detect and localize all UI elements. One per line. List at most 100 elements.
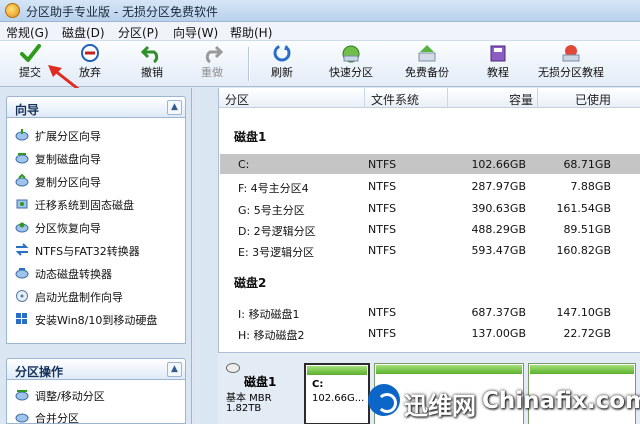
resize-icon bbox=[15, 390, 29, 401]
cell-name: F: 4号主分区4 bbox=[238, 182, 309, 195]
col-separator bbox=[364, 88, 365, 108]
disk2-label: 磁盘2 bbox=[234, 276, 267, 290]
table-row[interactable]: C: NTFS 102.66GB 68.71GB bbox=[220, 154, 640, 174]
watermark-logo-icon bbox=[368, 384, 400, 416]
usage-bar bbox=[307, 366, 367, 375]
book-icon bbox=[490, 45, 506, 62]
cell-used: 7.88GB bbox=[570, 180, 611, 193]
collapse-icon[interactable]: ▲ bbox=[167, 362, 182, 377]
col-filesystem[interactable]: 文件系统 bbox=[371, 91, 419, 108]
nav-label: 启动光盘制作向导 bbox=[35, 291, 123, 304]
cell-fs: NTFS bbox=[368, 158, 397, 171]
cell-fs: NTFS bbox=[368, 180, 397, 193]
cell-name: E: 3号逻辑分区 bbox=[238, 246, 315, 259]
table-row[interactable]: F: 4号主分区4 NTFS 287.97GB 7.88GB bbox=[220, 176, 640, 196]
table-row[interactable]: H: 移动磁盘2 NTFS 137.00GB 22.72GB bbox=[220, 323, 640, 343]
col-used[interactable]: 已使用 bbox=[575, 91, 611, 108]
nav-label: 迁移系统到固态磁盘 bbox=[35, 199, 134, 212]
partition-list: 分区 文件系统 容量 已使用 磁盘1 C: NTFS 102.66GB 68.7… bbox=[218, 88, 640, 352]
cell-fs: NTFS bbox=[368, 223, 397, 236]
menu-general[interactable]: 常规(G) bbox=[6, 24, 49, 41]
window-title: 分区助手专业版 - 无损分区免费软件 bbox=[26, 5, 218, 19]
lossless-tutorial-label: 无损分区教程 bbox=[538, 66, 604, 79]
menu-disk[interactable]: 磁盘(D) bbox=[62, 24, 105, 41]
redo-button[interactable]: 重做 bbox=[192, 43, 232, 85]
menu-wizard[interactable]: 向导(W) bbox=[173, 24, 218, 41]
nav-label: 复制磁盘向导 bbox=[35, 153, 101, 166]
watermark-cn: 迅维网 bbox=[404, 392, 476, 420]
cell-fs: NTFS bbox=[368, 327, 397, 340]
undo-icon bbox=[141, 45, 159, 63]
undo-button[interactable]: 撤销 bbox=[132, 43, 172, 85]
usage-bar bbox=[530, 365, 634, 374]
refresh-button[interactable]: 刷新 bbox=[262, 43, 302, 85]
disk-size: 1.82TB bbox=[226, 403, 262, 414]
partition-size: 102.66G... bbox=[312, 393, 365, 404]
windows-usb-icon bbox=[16, 313, 27, 324]
nav-label: 合并分区 bbox=[35, 412, 79, 424]
cell-fs: NTFS bbox=[368, 306, 397, 319]
extend-icon bbox=[15, 129, 29, 141]
quick-partition-button[interactable]: 快速分区 bbox=[324, 43, 378, 85]
disk1-label: 磁盘1 bbox=[234, 130, 267, 144]
cell-fs: NTFS bbox=[368, 202, 397, 215]
cell-fs: NTFS bbox=[368, 244, 397, 257]
col-partition[interactable]: 分区 bbox=[225, 91, 249, 108]
cell-name: D: 2号逻辑分区 bbox=[238, 225, 316, 238]
partition-label: C: bbox=[312, 379, 324, 390]
partition-ops-section-header[interactable]: 分区操作 ▲ bbox=[6, 358, 186, 380]
col-capacity[interactable]: 容量 bbox=[509, 91, 533, 108]
nav-label: 安装Win8/10到移动硬盘 bbox=[35, 314, 158, 327]
redo-label: 重做 bbox=[201, 66, 223, 79]
cell-used: 160.82GB bbox=[556, 244, 611, 257]
lossless-tutorial-button[interactable]: 无损分区教程 bbox=[534, 43, 608, 85]
checkmark-icon bbox=[20, 44, 41, 62]
table-row[interactable]: I: 移动磁盘1 NTFS 687.37GB 147.10GB bbox=[220, 302, 640, 322]
nav-label: NTFS与FAT32转换器 bbox=[35, 245, 140, 258]
free-backup-button[interactable]: 免费备份 bbox=[400, 43, 454, 85]
tutorial-label: 教程 bbox=[487, 66, 509, 79]
disk1-summary[interactable]: 磁盘1 基本 MBR 1.82TB bbox=[224, 363, 302, 424]
diskmap-partition-c[interactable]: C: 102.66G... bbox=[304, 363, 370, 424]
collapse-icon[interactable]: ▲ bbox=[167, 100, 182, 115]
merge-icon bbox=[15, 413, 29, 423]
cd-icon bbox=[16, 290, 28, 302]
cell-name: G: 5号主分区 bbox=[238, 204, 305, 217]
wizard-section-header[interactable]: 向导 ▲ bbox=[6, 96, 186, 118]
watermark: 迅维网 Chinafix.com bbox=[368, 374, 640, 424]
toolbar-separator bbox=[248, 47, 249, 81]
table-row[interactable]: G: 5号主分区 NTFS 390.63GB 161.54GB bbox=[220, 198, 640, 218]
migrate-icon bbox=[16, 199, 28, 209]
menu-help[interactable]: 帮助(H) bbox=[230, 24, 272, 41]
recovery-icon bbox=[15, 222, 29, 233]
tutorial-button[interactable]: 教程 bbox=[478, 43, 518, 85]
convert-icon bbox=[15, 243, 29, 256]
disk-type: 基本 MBR bbox=[226, 393, 272, 404]
table-row[interactable]: E: 3号逻辑分区 NTFS 593.47GB 160.82GB bbox=[220, 240, 640, 260]
wizard-list: 扩展分区向导 复制磁盘向导 复制分区向导 迁移系统到固态磁盘 分区恢复向导 NT… bbox=[6, 118, 186, 344]
backup-icon bbox=[418, 45, 436, 62]
copy-disk-icon bbox=[15, 153, 29, 164]
discard-icon bbox=[81, 44, 99, 62]
col-separator bbox=[537, 88, 538, 108]
table-row[interactable]: D: 2号逻辑分区 NTFS 488.29GB 89.51GB bbox=[220, 219, 640, 239]
refresh-label: 刷新 bbox=[271, 66, 293, 79]
cell-used: 147.10GB bbox=[556, 306, 611, 319]
nav-label: 调整/移动分区 bbox=[35, 390, 105, 403]
free-backup-label: 免费备份 bbox=[405, 66, 449, 79]
redo-icon bbox=[205, 45, 223, 63]
quick-partition-icon bbox=[342, 45, 360, 63]
usage-bar bbox=[376, 365, 522, 374]
partition-ops-list: 调整/移动分区 合并分区 bbox=[6, 380, 186, 424]
undo-label: 撤销 bbox=[141, 66, 163, 79]
copy-partition-icon bbox=[15, 174, 29, 187]
column-header: 分区 文件系统 容量 已使用 bbox=[219, 88, 640, 108]
cell-used: 161.54GB bbox=[556, 202, 611, 215]
menu-partition[interactable]: 分区(P) bbox=[118, 24, 159, 41]
partition-ops-title: 分区操作 bbox=[15, 365, 64, 379]
panel-splitter[interactable] bbox=[193, 88, 218, 424]
cell-capacity: 287.97GB bbox=[471, 180, 526, 193]
dynamic-disk-icon bbox=[15, 268, 29, 279]
cell-name: C: bbox=[238, 158, 250, 171]
cell-capacity: 488.29GB bbox=[471, 223, 526, 236]
